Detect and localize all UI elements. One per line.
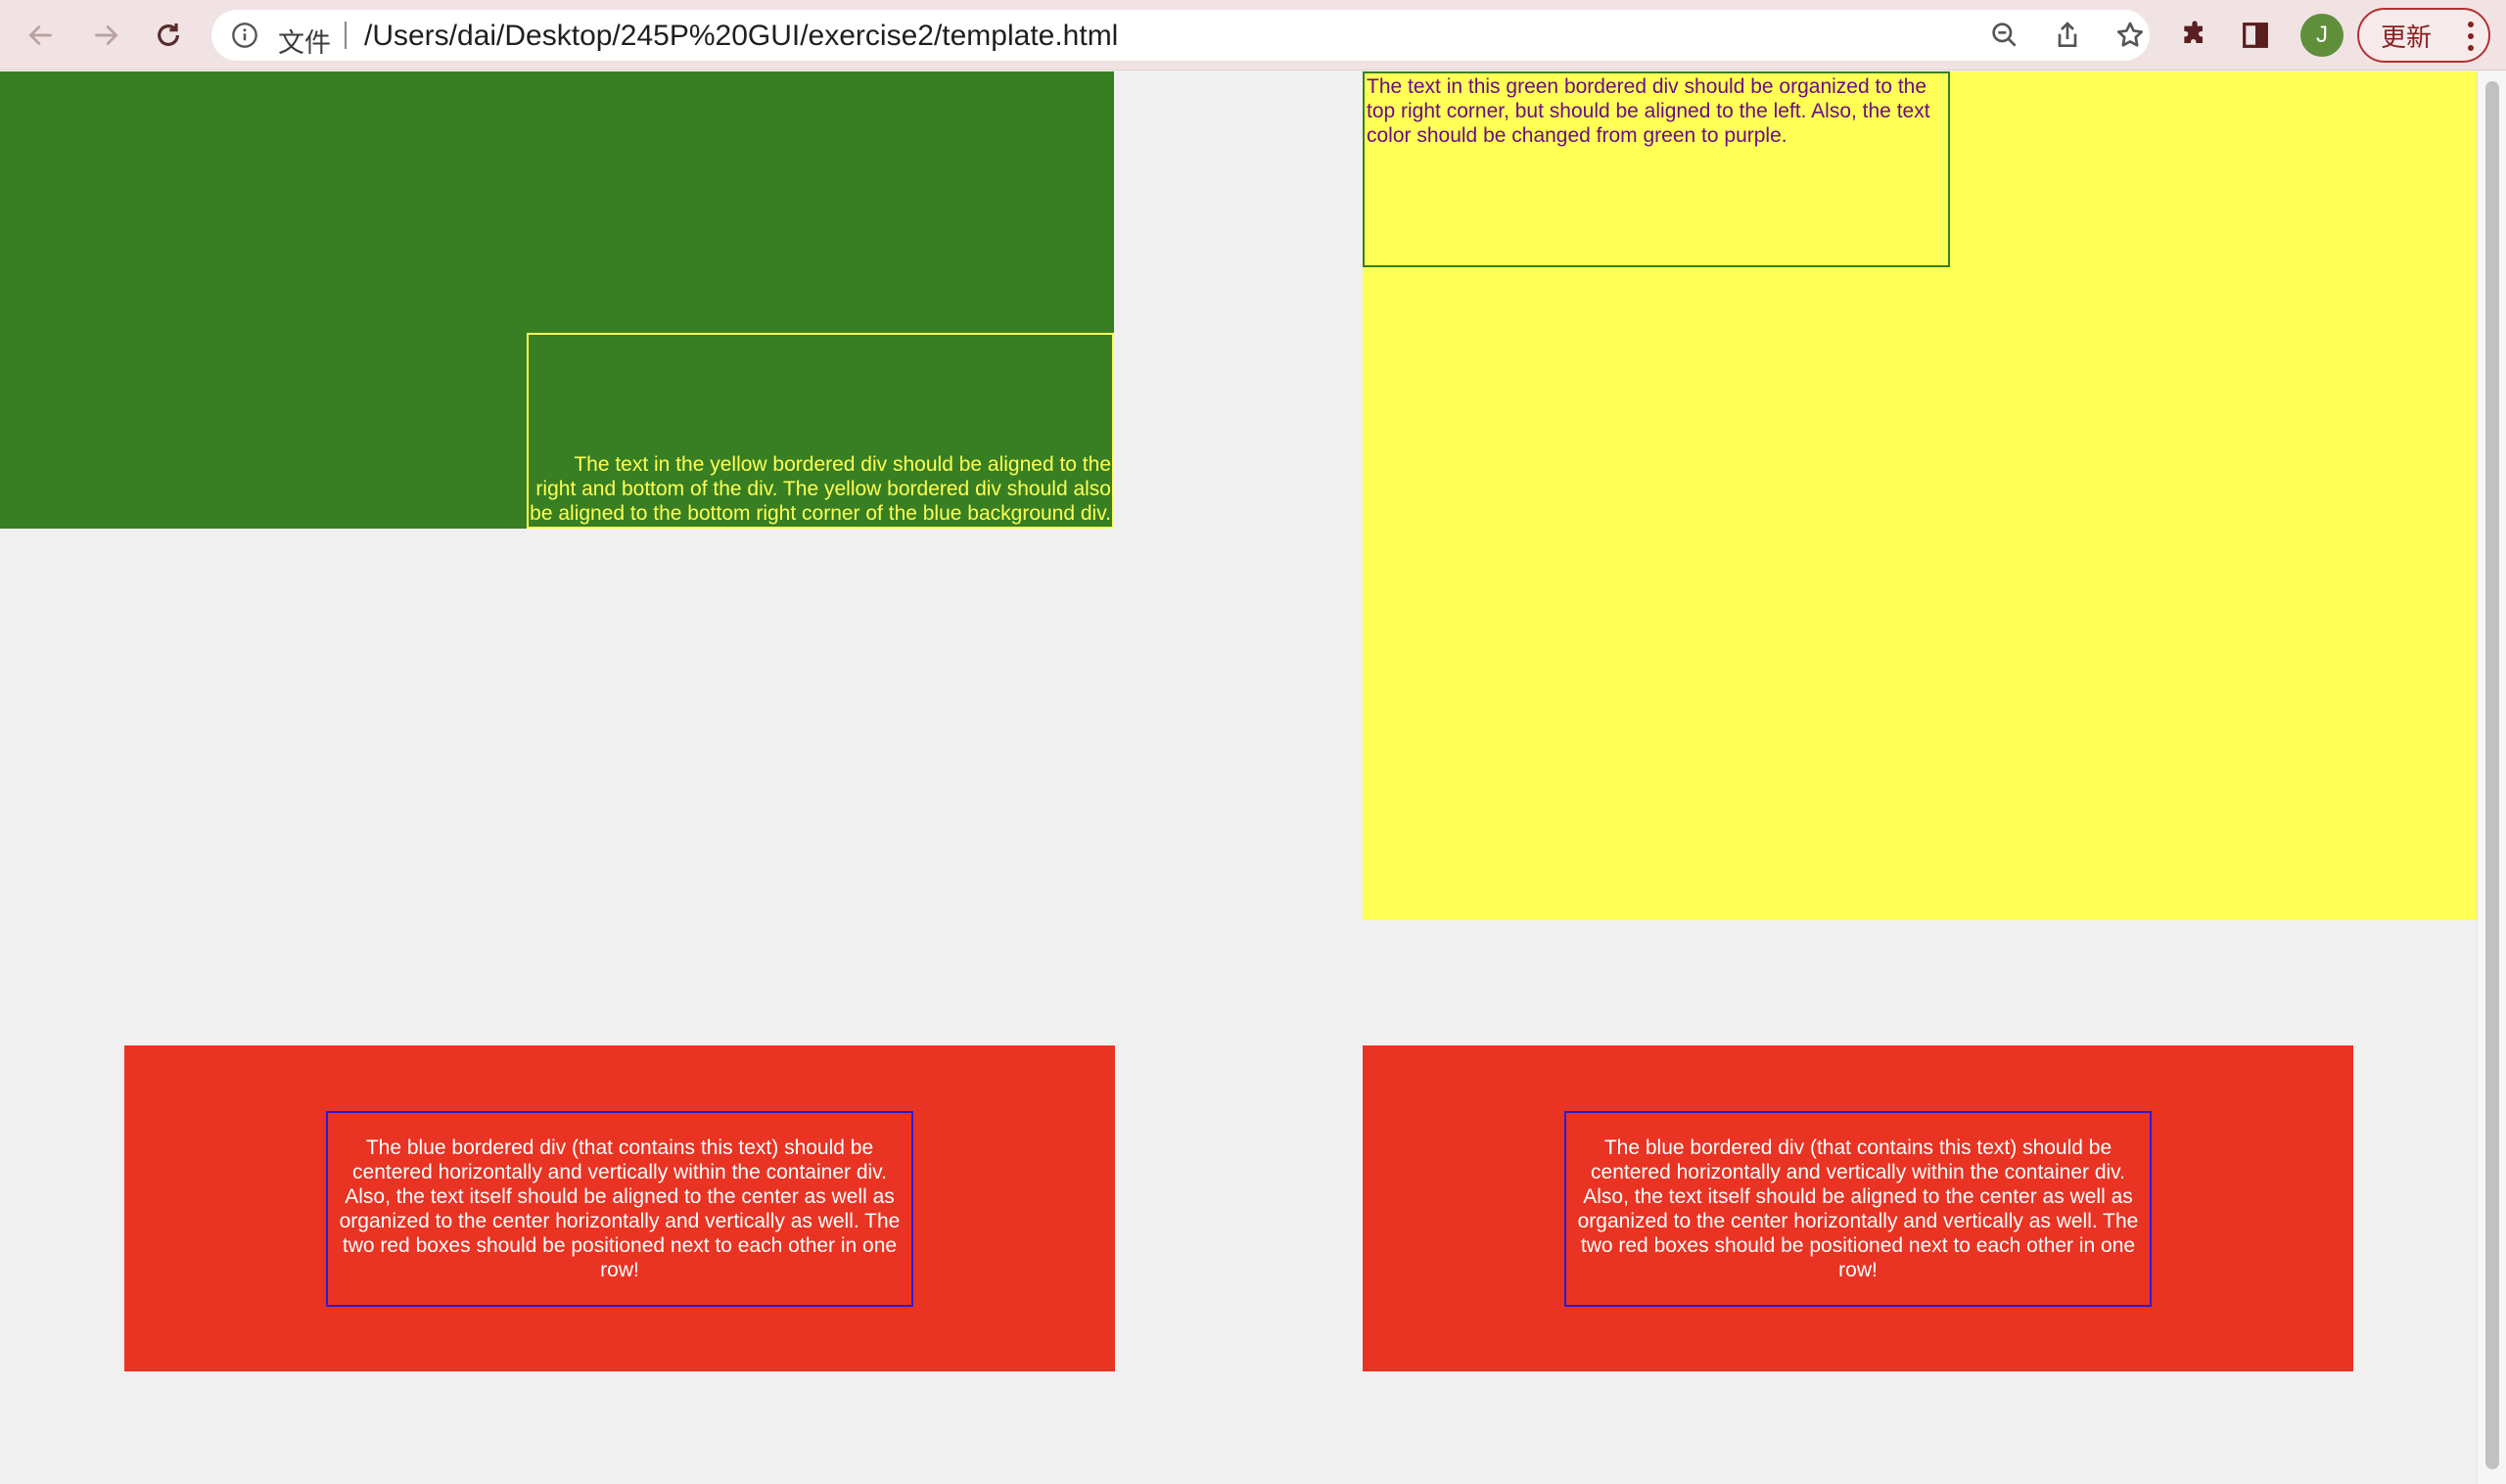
blue-box-left-text: The blue bordered div (that contains thi…	[339, 1136, 901, 1281]
extensions-button[interactable]	[2175, 16, 2214, 55]
url-text[interactable]: /Users/dai/Desktop/245P%20GUI/exercise2/…	[364, 20, 1118, 53]
scrollbar-thumb[interactable]	[2485, 81, 2499, 1469]
profile-avatar[interactable]: J	[2300, 14, 2344, 57]
update-label: 更新	[2381, 23, 2433, 53]
forward-button[interactable]	[86, 16, 125, 55]
omnibox-divider	[345, 22, 347, 49]
share-icon[interactable]	[2052, 20, 2083, 51]
side-panel-button[interactable]	[2236, 16, 2275, 55]
green-background-div: The text in the yellow bordered div shou…	[0, 71, 1114, 529]
vertical-scrollbar[interactable]	[2477, 71, 2506, 1484]
star-icon[interactable]	[2114, 20, 2146, 51]
zoom-out-icon[interactable]	[1989, 20, 2020, 51]
info-icon[interactable]	[231, 22, 258, 49]
green-bordered-div: The text in this green bordered div shou…	[1363, 71, 1950, 267]
update-button[interactable]: 更新	[2357, 8, 2490, 63]
puzzle-icon	[2184, 21, 2203, 43]
back-button[interactable]	[22, 16, 61, 55]
red-box-right: The blue bordered div (that contains thi…	[1363, 1045, 2353, 1371]
yellow-box-text: The text in the yellow bordered div shou…	[530, 453, 1111, 525]
yellow-bordered-div: The text in the yellow bordered div shou…	[527, 333, 1114, 529]
blue-box-right-text: The blue bordered div (that contains thi…	[1577, 1136, 2139, 1281]
forward-arrow-icon	[95, 24, 118, 46]
back-arrow-icon	[28, 24, 52, 46]
page-viewport: The text in the yellow bordered div shou…	[0, 71, 2506, 1484]
green-box-text: The text in this green bordered div shou…	[1367, 75, 1930, 147]
yellow-background-div: The text in this green bordered div shou…	[1363, 71, 2477, 920]
reload-button[interactable]	[149, 16, 188, 55]
red-box-left: The blue bordered div (that contains thi…	[124, 1045, 1115, 1371]
side-panel-icon	[2243, 23, 2268, 48]
browser-toolbar: 文件 /Users/dai/Desktop/245P%20GUI/exercis…	[0, 0, 2506, 70]
blue-bordered-div-right: The blue bordered div (that contains thi…	[1564, 1110, 2152, 1307]
reload-icon	[158, 23, 179, 46]
kebab-menu-icon[interactable]	[2467, 20, 2475, 53]
blue-bordered-div-left: The blue bordered div (that contains thi…	[326, 1110, 913, 1307]
scheme-label: 文件	[278, 28, 331, 59]
address-bar[interactable]: 文件 /Users/dai/Desktop/245P%20GUI/exercis…	[211, 10, 2150, 61]
